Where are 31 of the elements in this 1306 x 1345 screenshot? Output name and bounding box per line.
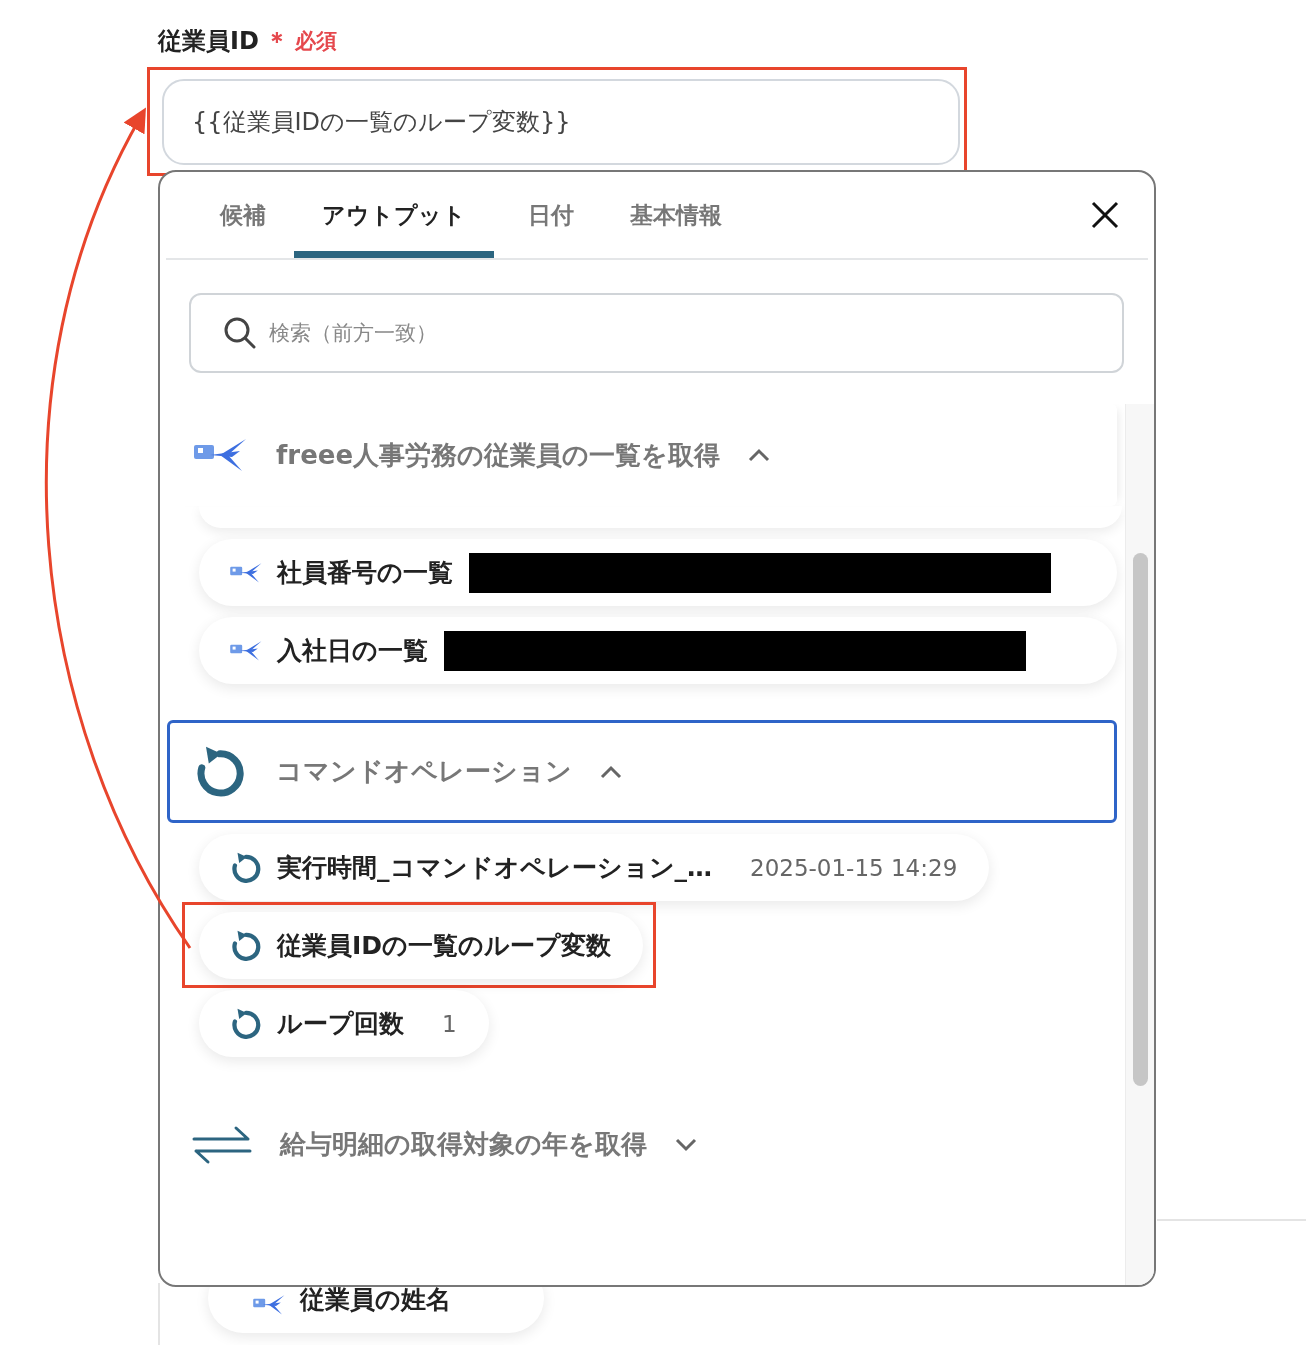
group-header[interactable]: freee人事労務の従業員の一覧を取得 [167,404,1117,506]
close-icon [1090,200,1120,230]
tab[interactable]: アウトプット [294,172,494,258]
bird-book-icon [229,639,263,662]
circular-arrow-icon [229,850,263,885]
output-item[interactable]: 実行時間_コマンドオペレーション_… 2025-01-15 14:29 [199,834,990,901]
required-asterisk: ＊ [264,26,289,57]
chevron-up-icon [748,448,771,462]
chevron-up-icon [600,764,622,779]
item-value: 2025-01-15 14:29 [750,854,958,881]
output-item[interactable]: 入社日の一覧 [199,617,1117,684]
chevron-down-icon [675,1137,697,1152]
required-label: 必須 [294,28,337,55]
search-field[interactable]: 検索（前方一致） [189,293,1124,373]
circular-arrow-icon [229,928,263,963]
group-header[interactable]: コマンドオペレーション [167,720,1117,823]
field-label: 従業員ID [158,26,259,57]
tab[interactable]: 候補 [192,172,294,258]
scrollbar-thumb[interactable] [1133,553,1148,1086]
transfer-arrows-icon [192,1124,252,1165]
output-item[interactable]: ループ回数 1 [199,990,489,1057]
search-icon [223,316,257,350]
input-field[interactable]: {{従業員IDの一覧のループ変数}} [162,79,960,165]
item-value: 1 [442,1010,457,1037]
output-item[interactable]: 従業員IDの一覧のループ変数 [199,912,644,979]
output-item[interactable]: 社員番号の一覧 [199,539,1117,606]
circular-arrow-icon [229,1006,263,1041]
bird-book-icon [252,1294,286,1316]
tab[interactable]: 基本情報 [602,172,750,258]
tab[interactable]: 日付 [500,172,602,258]
bird-book-icon [229,561,263,584]
